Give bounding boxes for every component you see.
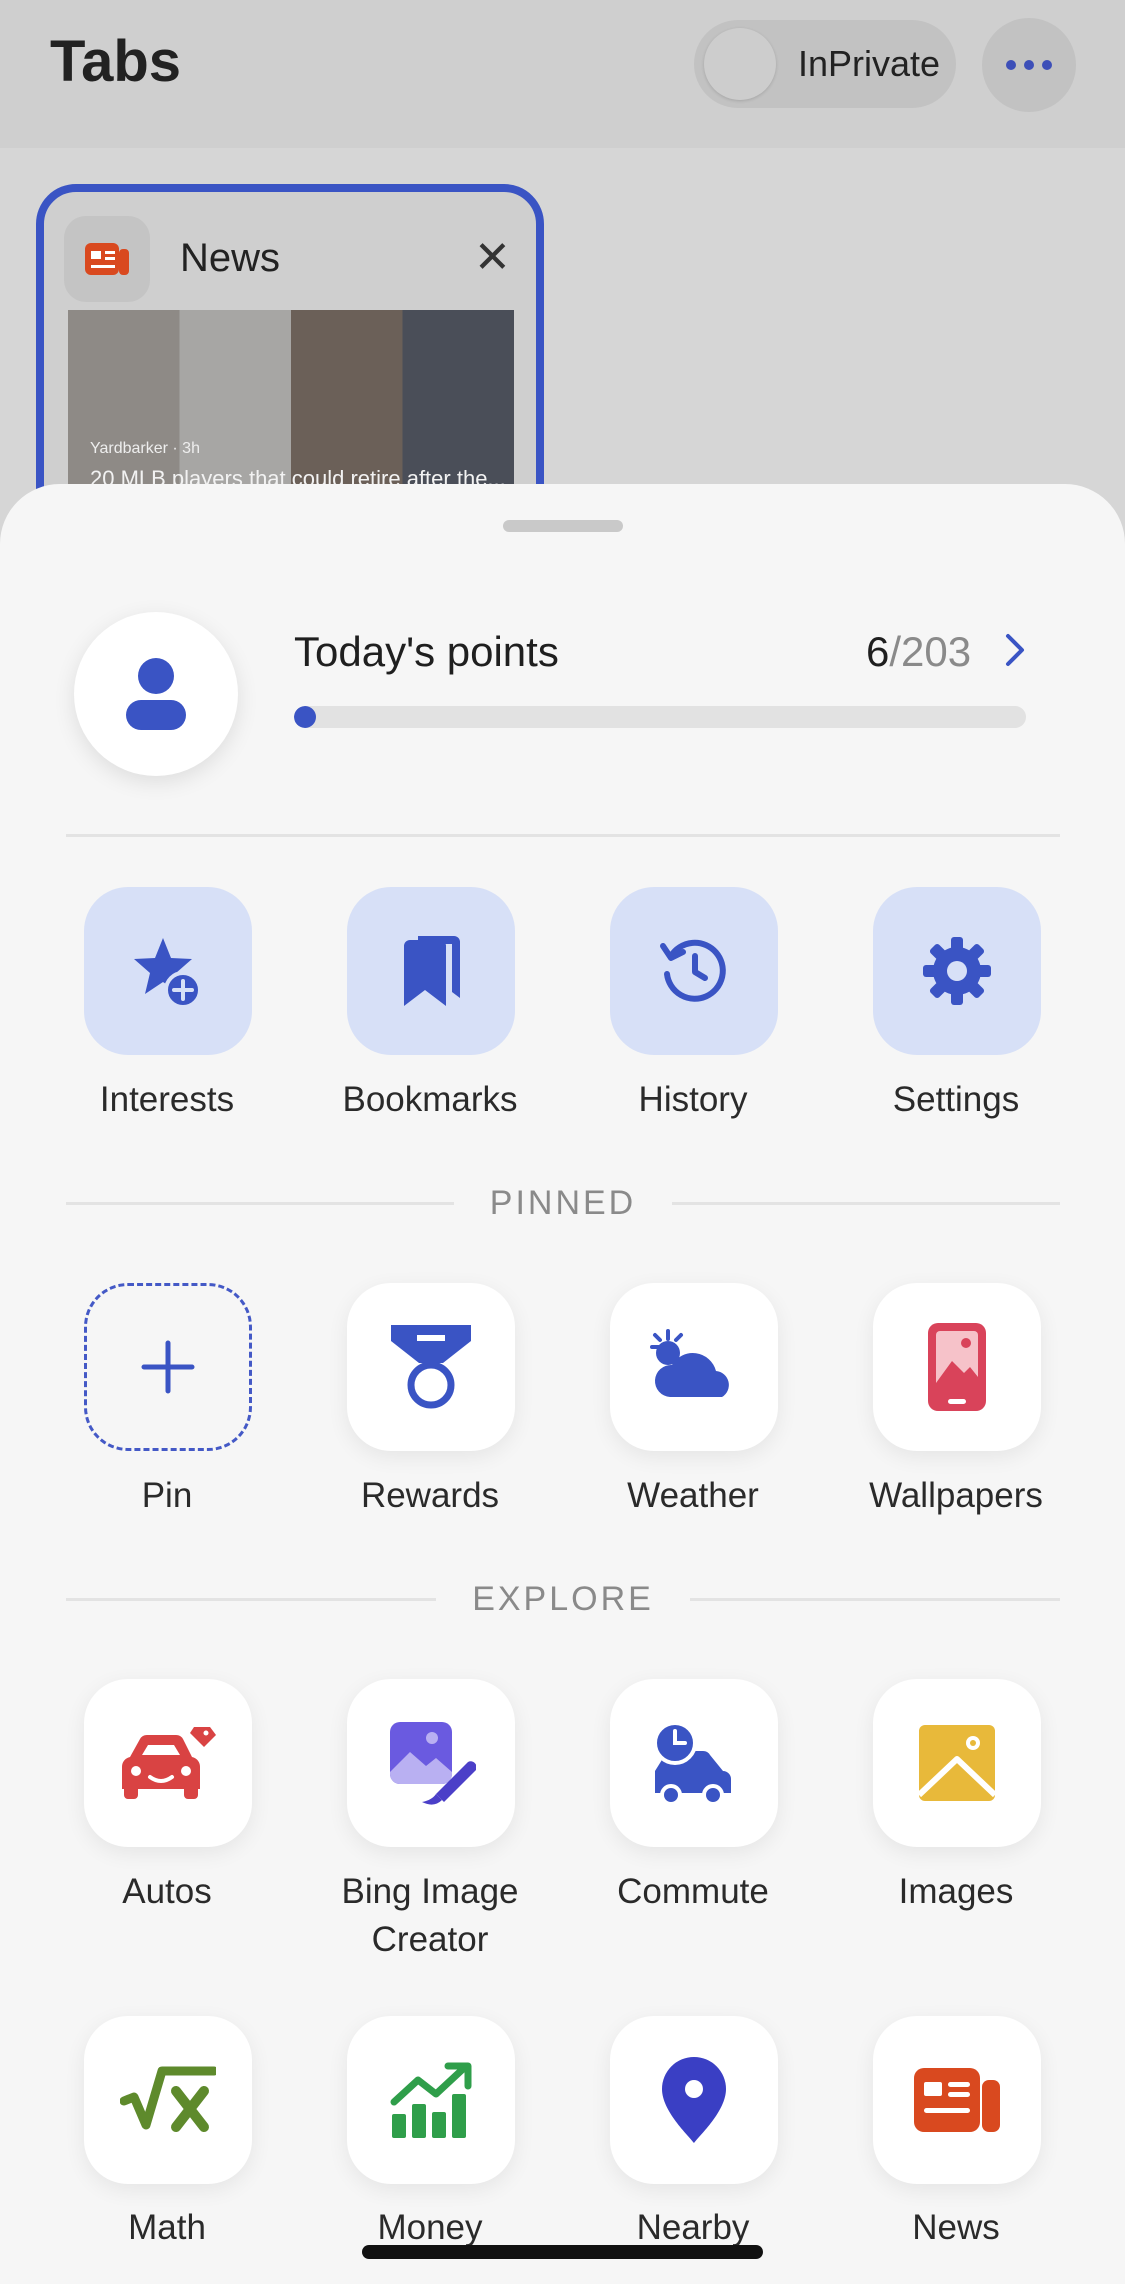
wallpaper-icon [928,1323,986,1411]
tab-title: News [180,236,281,280]
points-progress-fill [294,706,316,728]
money-button[interactable] [347,2016,515,2184]
bookmarks-button[interactable] [347,887,515,1055]
history-icon [660,939,726,1002]
bing-image-creator-button[interactable] [347,1679,515,1847]
pinned-section-header: PINNED [66,1178,1060,1228]
points-progress-bar [294,706,1026,728]
weather-icon [650,1329,729,1397]
tile-label: Pin [141,1476,193,1515]
section-title: EXPLORE [472,1579,654,1618]
tabs-header: Tabs InPrivate [0,0,1125,148]
news-icon [914,2068,1000,2132]
more-options-button[interactable] [982,18,1076,112]
weather-button[interactable] [610,1283,778,1451]
bottom-sheet: Today's points 6/203 Interests Bookmarks… [0,484,1125,2284]
money-icon [390,2062,472,2138]
tile-label: Commute [617,1872,769,1911]
interests-button[interactable] [84,887,252,1055]
tile-label: Rewards [360,1476,500,1515]
points-total: 203 [901,628,972,675]
commute-button[interactable] [610,1679,778,1847]
inprivate-toggle[interactable]: InPrivate [694,20,956,108]
dot-icon [1042,60,1052,70]
tile-label: Bookmarks [342,1080,518,1119]
tile-label: Math [128,2208,206,2247]
dot-icon [1024,60,1034,70]
section-title: PINNED [489,1183,637,1222]
car-tag-icon [121,1727,216,1799]
points-value[interactable]: 6/203 [866,628,971,676]
tile-label: Autos [122,1872,212,1911]
tile-label: Images [898,1872,1014,1911]
tile-label: History [638,1080,748,1119]
commute-icon [653,1721,731,1805]
divider [66,1201,454,1205]
divider [66,1597,437,1601]
points-label: Today's points [294,628,559,675]
inprivate-label: InPrivate [798,43,941,84]
tile-label: News [912,2208,1000,2247]
home-indicator[interactable] [362,2245,763,2259]
page-title: Tabs [50,29,182,94]
person-icon [126,658,186,730]
plus-icon [141,1340,195,1394]
divider [66,834,1060,837]
sheet-grabber[interactable] [503,520,623,532]
close-icon[interactable]: ✕ [474,236,511,280]
tile-label: Settings [892,1080,1020,1119]
tile-label: Wallpapers [869,1476,1043,1515]
tile-label: Bing Image Creator [341,1872,519,1959]
math-icon [120,2066,216,2132]
image-icon [917,1725,997,1801]
tile-label: Interests [99,1080,235,1119]
chevron-right-icon[interactable] [1004,632,1026,673]
rewards-button[interactable] [347,1283,515,1451]
location-pin-icon [662,2057,726,2143]
star-plus-icon [134,938,202,1009]
news-tab-icon [64,216,150,302]
avatar[interactable] [74,612,238,776]
images-button[interactable] [873,1679,1041,1847]
dot-icon [1006,60,1016,70]
pin-button[interactable] [84,1283,252,1451]
autos-button[interactable] [84,1679,252,1847]
nearby-button[interactable] [610,2016,778,2184]
image-creator-icon [390,1722,476,1805]
divider [672,1201,1060,1205]
news-button[interactable] [873,2016,1041,2184]
points-current: 6 [866,628,890,675]
tile-label: Weather [627,1476,759,1515]
history-button[interactable] [610,887,778,1055]
math-button[interactable] [84,2016,252,2184]
toggle-knob [704,28,776,100]
gear-icon [923,937,991,1005]
bookmarks-icon [404,936,460,1006]
divider [689,1597,1060,1601]
medal-icon [391,1325,471,1409]
wallpapers-button[interactable] [873,1283,1041,1451]
explore-section-header: EXPLORE [66,1574,1060,1624]
thumbnail-source: Yardbarker · 3h [90,440,200,457]
settings-button[interactable] [873,887,1041,1055]
points-separator: / [889,628,902,675]
